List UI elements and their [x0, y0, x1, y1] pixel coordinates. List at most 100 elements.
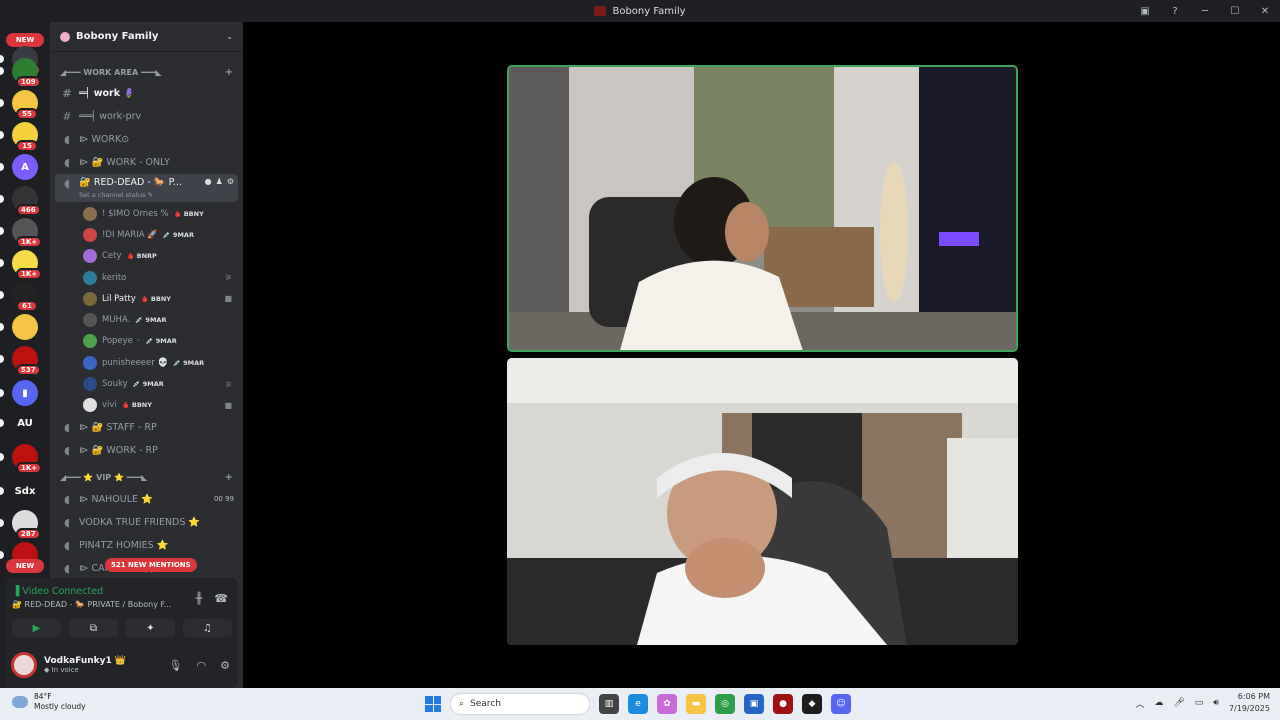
video-tile-2[interactable] [507, 358, 1018, 645]
minimize-button[interactable]: ─ [1190, 6, 1220, 17]
member-name: Cety [102, 251, 122, 262]
speaker-icon: ◖ [64, 492, 70, 506]
unread-pill [0, 519, 4, 527]
app-icon-red[interactable]: ● [773, 694, 793, 714]
category-vip[interactable]: ◢━━━ ⭐ VIP ⭐ ━━━◣ + [50, 468, 243, 488]
voice-member[interactable]: punisheeeer 💀 💉 9MAR [55, 352, 238, 373]
maximize-button[interactable]: ☐ [1220, 6, 1250, 17]
headphones-icon[interactable]: ◠ [197, 659, 207, 672]
channel-work-only[interactable]: ◖ ⧐ 🔐 WORK - ONLY [55, 151, 238, 174]
soundboard-button[interactable]: ♫ [183, 619, 232, 637]
taskbar-search[interactable]: ⌕ Search [450, 693, 590, 715]
new-mentions-badge[interactable]: 521 NEW MENTIONS [105, 558, 197, 572]
taskbar: 84°F Mostly cloudy ⌕ Search ▥ e ✿ ▬ ◎ ▣ ● … [0, 688, 1280, 720]
file-explorer-icon[interactable]: ▬ [686, 694, 706, 714]
taskbar-apps: ⌕ Search ▥ e ✿ ▬ ◎ ▣ ● ◆ ☺ [425, 693, 851, 715]
hash-icon: # [62, 87, 72, 100]
chevron-down-icon[interactable]: ⌄ [226, 32, 233, 41]
display-icon[interactable]: ▭ [1195, 698, 1204, 708]
tag-label: BNRP [136, 252, 157, 261]
invite-icon[interactable]: ♟ [216, 177, 223, 186]
unread-pill [0, 389, 4, 397]
store-icon[interactable]: ▣ [744, 694, 764, 714]
network-icon[interactable]: ☁ [1154, 698, 1163, 708]
video-tile-speaking[interactable] [507, 65, 1018, 352]
tag-icon: 🩸 [126, 252, 135, 261]
gear-icon[interactable]: ⚙ [227, 177, 234, 186]
voice-member[interactable]: Cety 🩸 BNRP [55, 246, 238, 267]
cloud-icon [12, 696, 28, 708]
clock[interactable]: 6:06 PM 7/19/2025 [1229, 691, 1270, 715]
volume-icon[interactable]: 🔊︎ [1213, 698, 1219, 708]
help-icon[interactable]: ? [1160, 6, 1190, 17]
channel-work-rp[interactable]: ◖ ⧐ 🔐 WORK - RP [55, 439, 238, 462]
guild-header[interactable]: Bobony Family ⌄ [50, 22, 243, 52]
channel-pin4tz-homies[interactable]: ◖ PIN4TZ HOMIES ⭐ [55, 534, 238, 557]
task-view-icon[interactable]: ▥ [599, 694, 619, 714]
server-icon[interactable]: AU [12, 410, 38, 436]
chrome-icon[interactable]: ◎ [715, 694, 735, 714]
channel-work-prv[interactable]: # ══╡ work-prv [55, 105, 238, 128]
new-unreads-badge-bottom[interactable]: NEW [6, 559, 44, 573]
voice-member[interactable]: Souky 💉 9MAR ⚞ [55, 373, 238, 394]
avatar [83, 398, 97, 413]
server-icon[interactable]: Sdx [12, 478, 38, 504]
channel-work-o[interactable]: ◖ ⧐ WORK⊙ [55, 128, 238, 151]
noise-suppression-icon[interactable]: ╫ [196, 592, 203, 605]
voice-member[interactable]: MUHA. 💉 9MAR [55, 309, 238, 330]
tag-icon: 🩸 [140, 294, 149, 303]
server-icon[interactable] [12, 314, 38, 340]
member-name: kerito [102, 272, 127, 283]
server-icon[interactable]: A [12, 154, 38, 180]
mention-badge: 1K+ [16, 462, 43, 474]
avatar[interactable] [11, 652, 37, 678]
edge-icon[interactable]: e [628, 694, 648, 714]
channel-staff-rp[interactable]: ◖ ⧐ 🔐 STAFF - RP [55, 416, 238, 439]
new-unreads-badge[interactable]: NEW [6, 33, 44, 47]
settings-gear-icon[interactable]: ⚙ [220, 659, 230, 672]
voice-member[interactable]: Lil Patty 🩸 BBNY ■ [55, 288, 238, 309]
copilot-icon[interactable]: ✿ [657, 694, 677, 714]
voice-member[interactable]: !DI MARIA 🚀 💉 9MAR [55, 224, 238, 245]
voice-member[interactable]: Popeye ◦ 💉 9MAR [55, 331, 238, 352]
server-tag: 💉 9MAR [135, 316, 166, 324]
unread-pill [0, 291, 4, 299]
camera-button[interactable]: ▶ [12, 619, 61, 637]
add-channel-icon[interactable]: + [225, 472, 233, 483]
weather-widget[interactable]: 84°F Mostly cloudy [12, 692, 86, 712]
channel-red-dead[interactable]: ◖ 🔐 RED-DEAD - 🐎 P... ● ♟ ⚙ Set a channe… [55, 174, 238, 202]
discord-icon[interactable]: ☺ [831, 694, 851, 714]
chevron-up-icon[interactable]: ︿ [1135, 697, 1144, 710]
mention-badge: 1K+ [16, 236, 43, 248]
app-icon-green[interactable]: ◆ [802, 694, 822, 714]
video-stage [243, 22, 1280, 688]
voice-member[interactable]: vivi 🩸 BBNY ■ [55, 395, 238, 416]
voice-channel-link[interactable]: 🔐 RED-DEAD - 🐎 PRIVATE / Bobony F... [12, 600, 171, 609]
channel-nahoule[interactable]: ◖ ⧐ NAHOULE ⭐ 00 99 [55, 488, 238, 511]
add-channel-icon[interactable]: + [225, 67, 233, 78]
category-work-area[interactable]: ◢━━━ WORK AREA ━━━◣ + [50, 62, 243, 82]
inbox-icon[interactable]: ▣ [1130, 6, 1160, 17]
tag-icon: 💉 [132, 380, 141, 389]
server-icon [594, 6, 607, 16]
microphone-icon[interactable]: 🎤︎ [1173, 698, 1184, 708]
activity-button[interactable]: ✦ [126, 619, 175, 637]
chat-icon[interactable]: ● [205, 177, 212, 186]
channel-work[interactable]: # ═╡ work 🪻 [55, 82, 238, 105]
speaker-icon: ◖ [64, 515, 70, 529]
voice-member[interactable]: kerito ⚞ [55, 267, 238, 288]
unread-pill [0, 551, 4, 559]
screen-share-button[interactable]: ⧉ [69, 619, 118, 637]
username[interactable]: VodkaFunky1 👑 [44, 656, 126, 666]
voice-member[interactable]: ! $IMO Ornes % 🩸 BBNY [55, 203, 238, 224]
close-button[interactable]: ✕ [1250, 6, 1280, 17]
channel-vodka-true-friends[interactable]: ◖ VODKA TRUE FRIENDS ⭐ [55, 511, 238, 534]
channel-status[interactable]: Set a channel status ✎ [79, 191, 153, 199]
microphone-icon[interactable]: 🎙︎ [169, 659, 183, 672]
windows-start-icon[interactable] [425, 696, 441, 712]
member-name: Popeye ◦ [102, 336, 141, 347]
avatar [83, 206, 97, 221]
server-icon[interactable]: ▮ [12, 380, 38, 406]
disconnect-icon[interactable]: ☎ [214, 592, 228, 605]
server-tag: 💉 9MAR [163, 231, 194, 239]
